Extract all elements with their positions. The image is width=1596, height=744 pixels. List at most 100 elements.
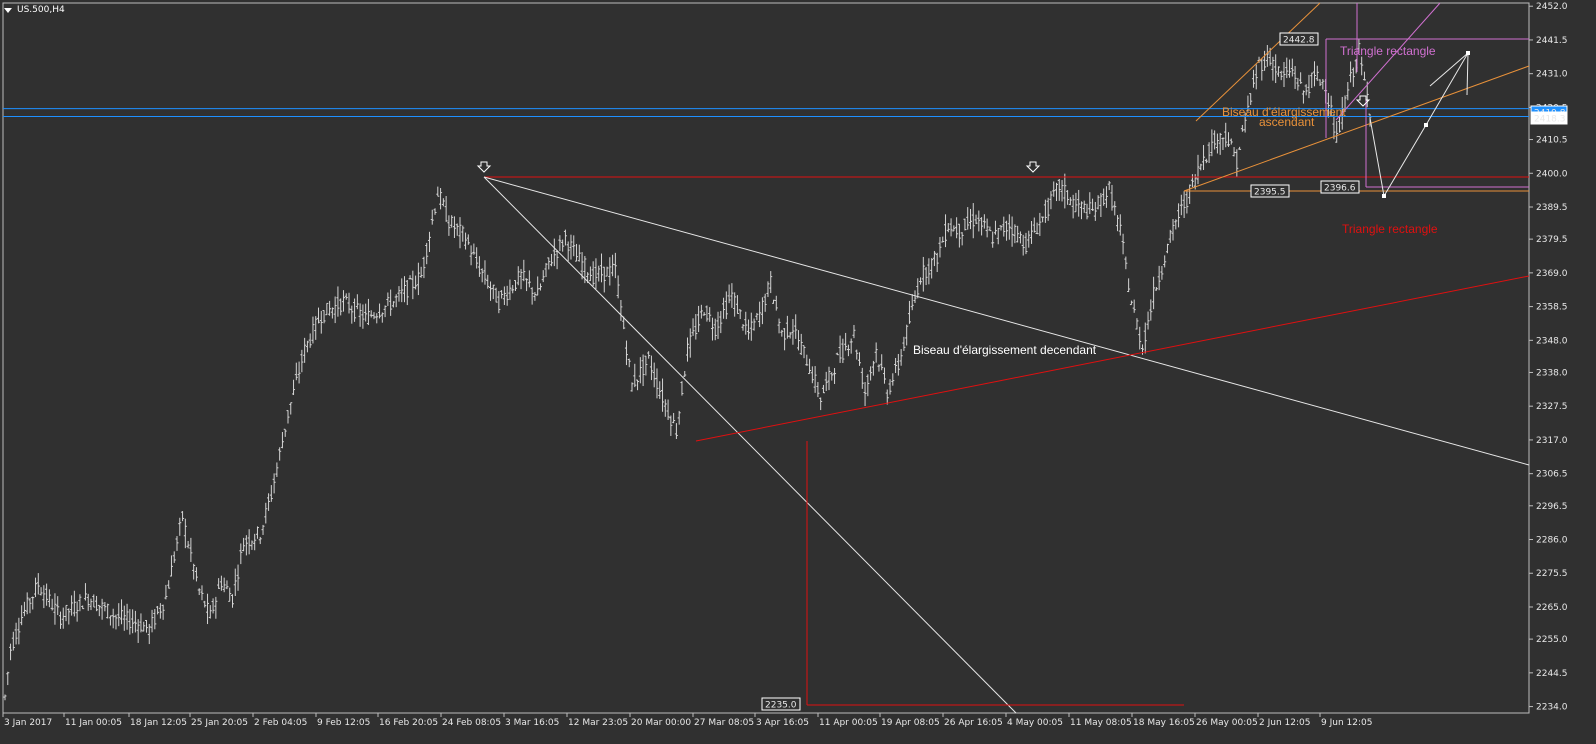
ohlc-bar (686, 337, 689, 362)
ohlc-bar (674, 423, 678, 440)
ohlc-bar (638, 357, 642, 384)
ohlc-bar (86, 593, 90, 611)
ohlc-bar (913, 290, 917, 304)
ohlc-bar (1182, 191, 1186, 219)
ohlc-bar (280, 432, 284, 449)
ohlc-bar (525, 278, 529, 292)
descending-wedge-label: Biseau d'élargissement decendant (913, 343, 1097, 357)
ohlc-bar (672, 412, 676, 424)
ohlc-bar (558, 235, 562, 252)
ohlc-bar (17, 617, 21, 645)
red-triangle-label: Triangle rectangle (1342, 222, 1438, 236)
ohlc-bar (649, 355, 653, 381)
ohlc-bar (42, 585, 46, 609)
ohlc-bar (616, 275, 620, 299)
ohlc-bar (39, 587, 43, 596)
ascending-wedge-label-2: ascendant (1259, 115, 1315, 129)
x-tick-label: 24 Feb 08:05 (442, 718, 501, 728)
ohlc-bar (952, 225, 956, 232)
ohlc-bar (225, 580, 229, 590)
ohlc-bar (483, 260, 487, 285)
price-chart[interactable]: 2452.02441.52431.02420.52410.52400.02389… (0, 0, 1596, 744)
ohlc-bar (322, 310, 326, 324)
ohlc-bar (819, 397, 823, 411)
ohlc-bar (92, 594, 96, 608)
ohlc-bar (464, 232, 468, 250)
ohlc-bar (938, 236, 942, 258)
symbol-header[interactable]: US.500,H4 (4, 3, 65, 17)
ohlc-bar (785, 315, 789, 339)
ohlc-bar (106, 603, 110, 619)
ohlc-bar (186, 540, 190, 549)
ohlc-bar (852, 324, 856, 339)
ohlc-bar (1018, 231, 1022, 244)
ohlc-bar (863, 382, 867, 407)
ohlc-bar (833, 368, 837, 384)
ohlc-bar (816, 382, 820, 398)
ohlc-bar (619, 299, 623, 321)
ohlc-bar (907, 300, 911, 324)
ohlc-bar (242, 537, 246, 552)
ohlc-bar (547, 257, 551, 270)
ohlc-bar (494, 287, 498, 303)
ohlc-bar (128, 609, 132, 635)
ohlc-bar (1088, 192, 1092, 215)
x-tick-label: 26 Apr 16:05 (944, 718, 1003, 728)
ohlc-bar (613, 252, 617, 279)
ohlc-bar (122, 605, 126, 631)
ohlc-bar (780, 329, 784, 337)
ohlc-bar (760, 297, 764, 325)
ohlc-bar (630, 382, 634, 392)
ohlc-bar (841, 338, 845, 364)
ohlc-bar (502, 286, 506, 305)
ohlc-bar (1163, 255, 1167, 268)
ohlc-bar (680, 381, 684, 396)
ohlc-bar (1057, 179, 1061, 201)
ohlc-bar (710, 317, 714, 341)
ohlc-bar (577, 244, 581, 262)
ohlc-bar (1240, 124, 1244, 132)
y-tick-label: 2306.5 (1536, 470, 1568, 480)
ohlc-bar (244, 535, 248, 556)
y-tick-label: 2441.5 (1536, 36, 1568, 46)
ohlc-bar (533, 292, 537, 301)
ohlc-bar (1068, 197, 1072, 206)
chart-canvas[interactable]: 2452.02441.52431.02420.52410.52400.02389… (0, 0, 1596, 744)
ohlc-bar (1066, 190, 1070, 205)
ohlc-bar (67, 608, 71, 625)
ohlc-bar (871, 360, 875, 376)
ohlc-bar (1024, 232, 1028, 255)
ohlc-bar (394, 294, 398, 308)
ohlc-bar (436, 186, 440, 197)
x-tick-label: 3 Apr 16:05 (756, 718, 809, 728)
ohlc-bar (425, 242, 429, 265)
ohlc-bar (447, 215, 451, 236)
ohlc-bar (81, 605, 85, 610)
ohlc-bar (147, 623, 151, 645)
ohlc-bar (1030, 221, 1034, 244)
ohlc-bar (339, 298, 343, 316)
ohlc-bar (569, 234, 573, 260)
dropdown-arrow-icon[interactable] (4, 7, 12, 13)
ohlc-bar (835, 352, 839, 356)
ohlc-bar (966, 207, 970, 230)
ohlc-bar (133, 610, 137, 633)
ohlc-bar (461, 225, 465, 242)
ohlc-bar (208, 605, 212, 619)
ohlc-bar (888, 379, 892, 395)
ohlc-bar (624, 340, 628, 366)
ohlc-bar (805, 354, 809, 366)
ohlc-bar (233, 568, 237, 597)
ohlc-bar (50, 598, 54, 611)
ohlc-bar (11, 631, 15, 651)
ohlc-bar (663, 399, 667, 417)
ohlc-bar (236, 564, 240, 591)
y-tick-label: 2234.0 (1536, 703, 1568, 713)
ohlc-bar (341, 290, 345, 312)
ohlc-bar (136, 619, 140, 643)
ohlc-bar (541, 270, 545, 283)
y-tick-label: 2296.5 (1536, 502, 1568, 512)
ohlc-bar (946, 223, 950, 233)
ohlc-bar (1043, 199, 1047, 223)
ohlc-bar (422, 256, 426, 279)
